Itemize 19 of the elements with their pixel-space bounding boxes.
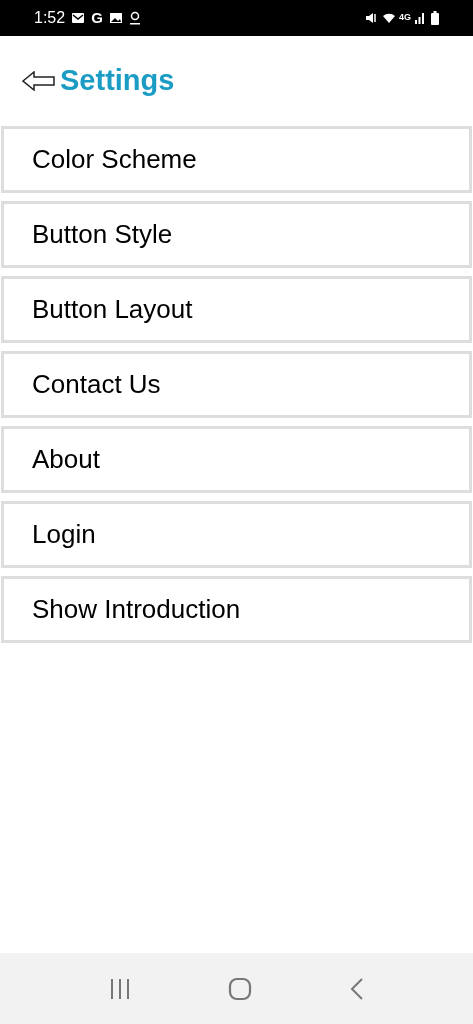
menu-item[interactable]: Show Introduction — [1, 576, 472, 643]
page-title: Settings — [60, 63, 175, 99]
menu-item[interactable]: About — [1, 426, 472, 493]
battery-icon — [431, 11, 439, 25]
menu-item[interactable]: Login — [1, 501, 472, 568]
menu-item[interactable]: Button Style — [1, 201, 472, 268]
status-time: 1:52 — [34, 8, 66, 28]
menu-item[interactable]: Color Scheme — [1, 126, 472, 193]
back-arrow-icon[interactable] — [22, 71, 56, 91]
network-type: 4G — [399, 11, 411, 25]
home-icon[interactable] — [228, 976, 253, 1001]
menu-item[interactable]: Button Layout — [1, 276, 472, 343]
signal-icon — [414, 12, 426, 24]
menu-item[interactable]: Contact Us — [1, 351, 472, 418]
image-icon — [108, 12, 123, 24]
app-letter: G — [91, 7, 103, 28]
back-icon[interactable] — [348, 976, 365, 1001]
mail-icon — [71, 12, 86, 24]
wifi-icon — [382, 11, 396, 25]
